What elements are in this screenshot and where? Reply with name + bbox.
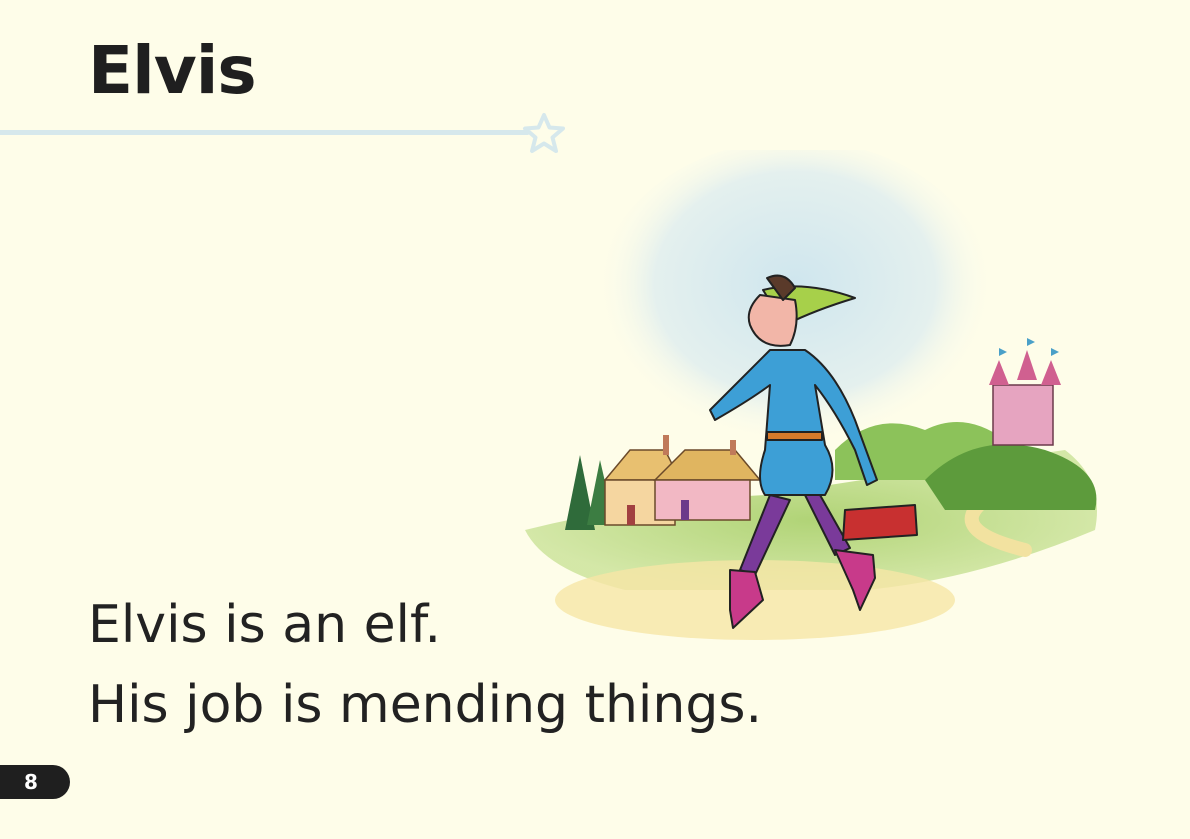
title-underline: [0, 130, 530, 135]
page-number-badge: 8: [0, 765, 70, 799]
page-title: Elvis: [88, 32, 257, 109]
story-line-2: His job is mending things.: [88, 675, 762, 735]
story-text: Elvis is an elf. His job is mending thin…: [88, 585, 762, 745]
castle: [989, 338, 1061, 446]
story-line-1: Elvis is an elf.: [88, 595, 442, 655]
